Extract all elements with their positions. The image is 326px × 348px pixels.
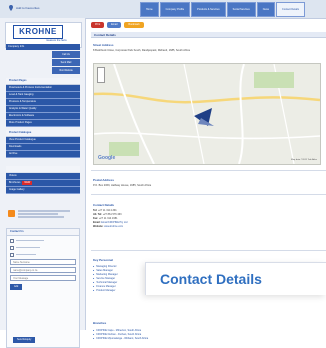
sidebar-item-electronics[interactable]: Electronics & Software — [6, 113, 80, 120]
branches-list: KROHNE Cape - Milnerton, South Africa KR… — [93, 329, 273, 341]
contact-key: Email: — [93, 221, 101, 224]
contact-row: Email: Email KROHNE Pty Ltd — [93, 221, 127, 224]
sidebar-item-videos[interactable]: Videos — [6, 173, 80, 180]
postal-address-label: Postal Address — [93, 178, 114, 182]
tab-news[interactable]: News — [256, 2, 276, 17]
contact-key: Fax: — [93, 217, 99, 220]
sidebar-item-label: Brochures — [9, 181, 21, 184]
product-pages-heading: Product Pages — [6, 78, 80, 85]
list-item[interactable]: KROHNE Mpumalanga - Witbank, South Afric… — [93, 337, 273, 341]
menu-spacer — [6, 166, 80, 173]
key-personnel-label: Key Personnel — [93, 258, 114, 262]
contact-value: +27 11 314 1681 — [98, 217, 118, 220]
tab-contact-details[interactable]: Contact Details — [276, 2, 305, 17]
contact-key: Tel: — [93, 209, 98, 212]
divider — [91, 194, 326, 195]
sidebar-item-gallery[interactable]: Image Gallery — [6, 187, 80, 194]
contact-us-heading: Contact Us — [7, 229, 79, 236]
contact-value: +27 11 314 1391 — [97, 209, 117, 212]
call-us-button[interactable]: Call Us — [52, 51, 80, 58]
sidebar-item-label: Videos — [9, 174, 17, 177]
checkbox-label — [16, 246, 40, 249]
checkbox-box[interactable] — [10, 252, 14, 257]
checkbox-label — [16, 253, 36, 256]
extras-menu: Videos Brochures NEW Image Gallery — [6, 166, 80, 194]
contact-value: +27 861 576 463 — [102, 213, 122, 216]
sidebar-item-view-catalogue[interactable]: View Product Catalogue — [6, 137, 80, 144]
contact-email-link[interactable]: Email KROHNE Pty Ltd — [101, 221, 127, 224]
contact-row: Fax: +27 11 314 1681 — [93, 217, 118, 220]
divider — [91, 250, 326, 251]
product-catalogue-menu: Product Catalogue View Product Catalogue… — [6, 130, 80, 158]
checkbox-label — [16, 239, 44, 242]
zoom-control[interactable] — [97, 67, 105, 83]
contact-details-label: Contact Details — [93, 203, 115, 207]
tab-products-services[interactable]: Products & Services — [191, 2, 226, 17]
sidebar: KROHNE measure the facts Company Info Ca… — [0, 18, 86, 348]
print-button[interactable]: Print — [91, 22, 105, 28]
tab-home[interactable]: Home — [140, 2, 159, 17]
send-mail-button[interactable]: Send Mail — [52, 59, 80, 66]
contact-key: Website: — [93, 225, 104, 228]
logo-tagline: measure the facts — [46, 39, 67, 42]
visit-website-button[interactable]: Visit Website — [52, 67, 80, 74]
top-nav: Home Company Profile Products & Services… — [140, 2, 306, 17]
divider — [91, 170, 326, 171]
checkbox-box[interactable] — [10, 238, 14, 243]
logo-wordmark: KROHNE — [13, 25, 63, 39]
company-info-heading: Company Info — [6, 44, 80, 50]
branches-label: Branches — [93, 321, 107, 325]
contact-us-form: Contact Us Name Surname name@company.co.… — [6, 228, 80, 348]
sidebar-item-level[interactable]: Level & Tank Gauging — [6, 92, 80, 99]
option-checkbox[interactable] — [10, 252, 79, 257]
sidebar-item-analysis[interactable]: Analysis & Water Quality — [6, 106, 80, 113]
product-pages-menu: Product Pages Flowmeters & Process Instr… — [6, 78, 80, 127]
street-address-label: Street Address — [93, 43, 114, 47]
add-favourites-link[interactable]: Add to Favourites — [16, 6, 40, 10]
bookmark-button[interactable]: Bookmark — [124, 22, 144, 28]
sidebar-item-downloads[interactable]: Downloads — [6, 144, 80, 151]
map-pin-icon — [9, 5, 13, 11]
new-badge: NEW — [22, 181, 33, 185]
option-checkbox[interactable] — [10, 245, 79, 250]
street-address-text: 8 Bushbuck Close, Corporate Park South, … — [93, 49, 190, 52]
checkbox-box[interactable] — [10, 245, 14, 250]
rss-icon[interactable] — [8, 210, 15, 217]
send-enquiry-button[interactable]: Send Enquiry — [13, 337, 36, 343]
caption-overlay: Contact Details — [145, 262, 326, 295]
sidebar-item-label: Image Gallery — [9, 188, 25, 191]
map-attribution: Map data ©2011 Tele Atlas — [291, 159, 317, 161]
page-title: Contact Details — [91, 32, 326, 38]
postal-address-text: P.O. Box 2069, Halfway House, 1685, Sout… — [93, 184, 152, 187]
tab-social-services[interactable]: Social Services — [226, 2, 256, 17]
action-pills: Print Email Bookmark — [91, 22, 147, 28]
add-button[interactable]: Add — [10, 284, 23, 290]
sidebar-item-more[interactable]: More Product Pages — [6, 120, 80, 127]
name-field[interactable]: Name Surname — [10, 259, 76, 265]
sidebar-item-flowmeters[interactable]: Flowmeters & Process Instrumentation — [6, 85, 80, 92]
map-canvas — [94, 64, 320, 164]
product-catalogue-heading: Product Catalogue — [6, 130, 80, 137]
sidebar-item-brochures[interactable]: Brochures NEW — [6, 180, 80, 187]
sidebar-item-archive[interactable]: Archive — [6, 151, 80, 158]
email-button[interactable]: Email — [107, 22, 122, 28]
rss-feed-text — [18, 210, 74, 219]
sidebar-item-pressure[interactable]: Pressure & Temperature — [6, 99, 80, 106]
message-field[interactable]: Your Message — [10, 275, 76, 281]
website-link[interactable]: www.krohne.com — [104, 225, 123, 228]
top-bar: Add to Favourites Home Company Profile P… — [0, 0, 326, 19]
contact-key: Alt. Tel: — [93, 213, 102, 216]
contact-row: Alt. Tel: +27 861 576 463 — [93, 213, 122, 216]
email-field[interactable]: name@company.co.za — [10, 267, 76, 273]
tab-company-profile[interactable]: Company Profile — [159, 2, 191, 17]
google-logo: Google — [98, 155, 116, 161]
location-map[interactable]: Google Map data ©2011 Tele Atlas — [93, 63, 321, 165]
option-checkbox[interactable] — [10, 238, 79, 243]
contact-row: Tel: +27 11 314 1391 — [93, 209, 117, 212]
contact-row: Website: www.krohne.com — [93, 225, 123, 228]
